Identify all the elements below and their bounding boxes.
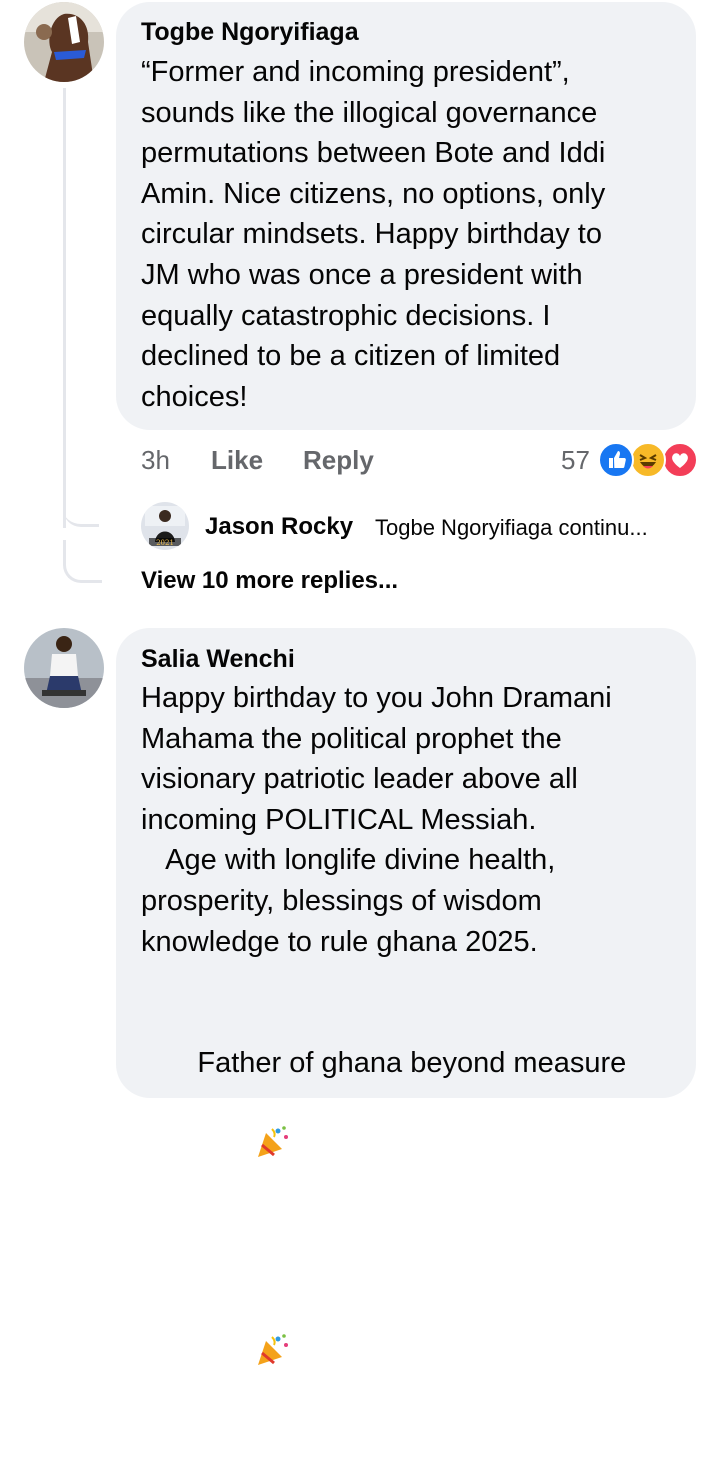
thread-line — [63, 88, 66, 528]
comment-closing: Father of ghana beyond measure — [141, 1003, 691, 1252]
comment-line: knowledge to rule ghana 2025. — [141, 925, 538, 958]
comment-bubble: Salia Wenchi Happy birthday to you John … — [116, 628, 696, 1365]
reply-avatar[interactable]: 2021 — [141, 502, 189, 550]
like-button[interactable]: Like — [211, 444, 263, 476]
comment-timestamp[interactable]: 3h — [141, 444, 170, 476]
party-popper-icon — [189, 1292, 289, 1419]
thread-connector-reply — [63, 488, 99, 527]
reply-snippet[interactable]: Togbe Ngoryifiaga continu... — [375, 514, 648, 542]
party-popper-icon — [189, 1084, 289, 1211]
reactions-summary[interactable] — [598, 442, 698, 478]
comment-line: Age with longlife divine health, — [141, 844, 556, 877]
love-icon — [662, 442, 698, 478]
comment-line-emoji — [141, 1251, 691, 1459]
comment-line: Happy birthday to you John Dramani — [141, 682, 612, 714]
comment-line: visionary patriotic leader above all — [141, 763, 578, 796]
reply-button[interactable]: Reply — [303, 444, 374, 476]
comment-text: “Former and incoming president”, sounds … — [141, 56, 606, 413]
thread-connector-view-more — [63, 540, 102, 583]
comment-blank-line — [141, 962, 691, 1003]
like-icon — [598, 442, 634, 478]
comment-author[interactable]: Salia Wenchi — [141, 644, 295, 674]
reply-author[interactable]: Jason Rocky — [205, 512, 353, 542]
view-more-replies-link[interactable]: View 10 more replies... — [141, 566, 398, 596]
avatar[interactable] — [24, 628, 104, 708]
haha-icon — [630, 442, 666, 478]
svg-text:2021: 2021 — [156, 539, 174, 547]
comment-bubble: Togbe Ngoryifiaga “Former and incoming p… — [116, 2, 696, 430]
comment-line: Mahama the political prophet the — [141, 722, 562, 755]
comment-line: incoming POLITICAL Messiah. — [141, 803, 537, 836]
comment-closing-text: Father of ghana beyond measure — [189, 1047, 627, 1080]
avatar[interactable] — [24, 2, 104, 82]
comment-author[interactable]: Togbe Ngoryifiaga — [141, 17, 359, 47]
comment-line: prosperity, blessings of wisdom — [141, 884, 542, 917]
reaction-count[interactable]: 57 — [561, 444, 590, 476]
comment-text: Happy birthday to you John Dramani Maham… — [141, 678, 691, 1459]
